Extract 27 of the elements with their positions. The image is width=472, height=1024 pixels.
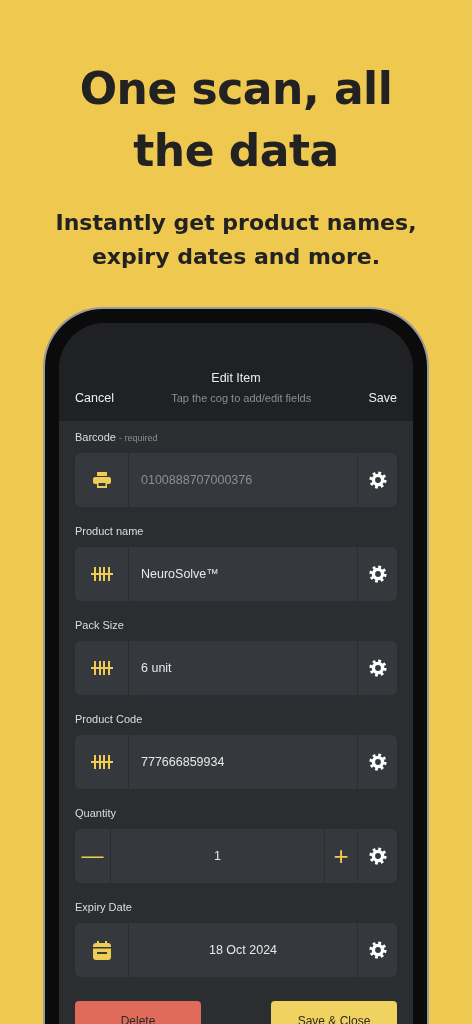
settings-icon[interactable] [368,847,387,865]
cancel-link[interactable]: Cancel [75,391,114,405]
save-link[interactable]: Save [368,391,397,405]
field-label: Pack Size [75,619,124,631]
settings-icon[interactable] [368,565,387,583]
field-label: Barcode [75,431,116,443]
field-label: Product name [75,525,144,537]
tally-icon [90,755,113,769]
headline: One scan, all the data [78,62,394,178]
quantity-field[interactable]: 1 [111,829,324,883]
settings-icon[interactable] [368,659,387,677]
tally-icon [90,567,113,581]
settings-icon[interactable] [368,941,387,959]
field-label: Product Code [75,713,143,725]
printer-icon [92,472,111,488]
tally-icon [90,661,113,675]
screen-title: Edit Item [211,371,261,385]
increment-button[interactable]: + [324,829,357,883]
settings-icon[interactable] [368,753,387,771]
required-note: - required [119,433,158,443]
field-label: Expiry Date [75,901,132,913]
calendar-icon [92,940,111,960]
hint-text: Tap the cog to add/edit fields [171,392,312,404]
decrement-button[interactable]: — [75,829,111,883]
settings-icon[interactable] [368,471,387,489]
subheadline: Instantly get product names, expiry dates and more. [54,209,418,271]
field-label: Quantity [75,807,116,819]
